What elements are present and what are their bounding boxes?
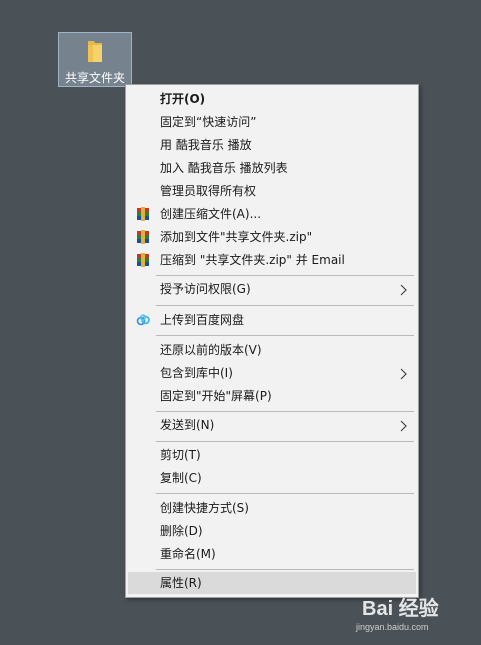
menu-item-send-to[interactable]: 发送到(N) bbox=[128, 414, 416, 436]
menu-separator bbox=[156, 493, 414, 494]
menu-item-label: 创建压缩文件(A)... bbox=[160, 207, 262, 221]
menu-item-label: 还原以前的版本(V) bbox=[160, 343, 262, 357]
menu-item-upload-baidu[interactable]: 上传到百度网盘 bbox=[128, 309, 416, 331]
watermark-site: jingyan.baidu.com bbox=[356, 622, 429, 632]
menu-item-label: 创建快捷方式(S) bbox=[160, 501, 249, 515]
chevron-right-icon bbox=[400, 420, 407, 432]
baidu-netdisk-icon bbox=[136, 314, 150, 326]
menu-item-include-in-library[interactable]: 包含到库中(I) bbox=[128, 362, 416, 384]
chevron-right-icon bbox=[400, 284, 407, 296]
winrar-archive-icon bbox=[137, 230, 149, 244]
menu-item-label: 发送到(N) bbox=[160, 418, 215, 432]
desktop-folder-shared[interactable]: 共享文件夹 bbox=[58, 32, 132, 87]
menu-item-cut[interactable]: 剪切(T) bbox=[128, 444, 416, 466]
menu-item-label: 管理员取得所有权 bbox=[160, 184, 257, 198]
menu-separator bbox=[156, 569, 414, 570]
menu-item-create-archive[interactable]: 创建压缩文件(A)... bbox=[128, 203, 416, 225]
menu-item-label: 用 酷我音乐 播放 bbox=[160, 138, 252, 152]
menu-item-label: 上传到百度网盘 bbox=[160, 313, 245, 327]
menu-item-label: 属性(R) bbox=[160, 576, 202, 590]
menu-item-label: 授予访问权限(G) bbox=[160, 282, 251, 296]
menu-separator bbox=[156, 335, 414, 336]
menu-item-label: 添加到文件"共享文件夹.zip" bbox=[160, 230, 313, 244]
menu-separator bbox=[156, 441, 414, 442]
menu-item-label: 压缩到 "共享文件夹.zip" 并 Email bbox=[160, 253, 345, 267]
menu-item-copy[interactable]: 复制(C) bbox=[128, 467, 416, 489]
menu-item-rename[interactable]: 重命名(M) bbox=[128, 543, 416, 565]
menu-item-label: 复制(C) bbox=[160, 471, 202, 485]
menu-item-pin-quick-access[interactable]: 固定到“快速访问” bbox=[128, 111, 416, 133]
menu-separator bbox=[156, 275, 414, 276]
context-menu: 打开(O) 固定到“快速访问” 用 酷我音乐 播放 加入 酷我音乐 播放列表 管… bbox=[125, 84, 419, 598]
menu-item-label: 删除(D) bbox=[160, 524, 203, 538]
menu-item-delete[interactable]: 删除(D) bbox=[128, 520, 416, 542]
watermark-logo: Bai 经验 bbox=[362, 598, 439, 620]
menu-item-label: 剪切(T) bbox=[160, 448, 201, 462]
menu-item-label: 加入 酷我音乐 播放列表 bbox=[160, 161, 288, 175]
winrar-archive-icon bbox=[137, 253, 149, 267]
menu-item-open[interactable]: 打开(O) bbox=[128, 88, 416, 110]
menu-item-create-shortcut[interactable]: 创建快捷方式(S) bbox=[128, 497, 416, 519]
menu-item-label: 打开(O) bbox=[160, 92, 206, 106]
menu-item-zip-and-email[interactable]: 压缩到 "共享文件夹.zip" 并 Email bbox=[128, 249, 416, 271]
menu-item-kuwo-play[interactable]: 用 酷我音乐 播放 bbox=[128, 134, 416, 156]
menu-item-restore-versions[interactable]: 还原以前的版本(V) bbox=[128, 339, 416, 361]
baidu-jingyan-watermark: Bai 经验 jingyan.baidu.com bbox=[356, 592, 478, 640]
menu-item-properties[interactable]: 属性(R) bbox=[128, 572, 416, 594]
menu-separator bbox=[156, 305, 414, 306]
folder-label: 共享文件夹 bbox=[64, 71, 125, 85]
menu-item-kuwo-add-playlist[interactable]: 加入 酷我音乐 播放列表 bbox=[128, 157, 416, 179]
menu-item-pin-to-start[interactable]: 固定到"开始"屏幕(P) bbox=[128, 385, 416, 407]
menu-item-label: 包含到库中(I) bbox=[160, 366, 233, 380]
chevron-right-icon bbox=[400, 368, 407, 380]
menu-item-label: 固定到"开始"屏幕(P) bbox=[160, 389, 272, 403]
menu-item-add-to-zip[interactable]: 添加到文件"共享文件夹.zip" bbox=[128, 226, 416, 248]
menu-item-take-ownership[interactable]: 管理员取得所有权 bbox=[128, 180, 416, 202]
menu-item-label: 重命名(M) bbox=[160, 547, 216, 561]
menu-separator bbox=[156, 411, 414, 412]
winrar-archive-icon bbox=[137, 207, 149, 221]
menu-item-grant-access[interactable]: 授予访问权限(G) bbox=[128, 278, 416, 300]
menu-item-label: 固定到“快速访问” bbox=[160, 115, 257, 129]
folder-icon bbox=[88, 41, 102, 62]
